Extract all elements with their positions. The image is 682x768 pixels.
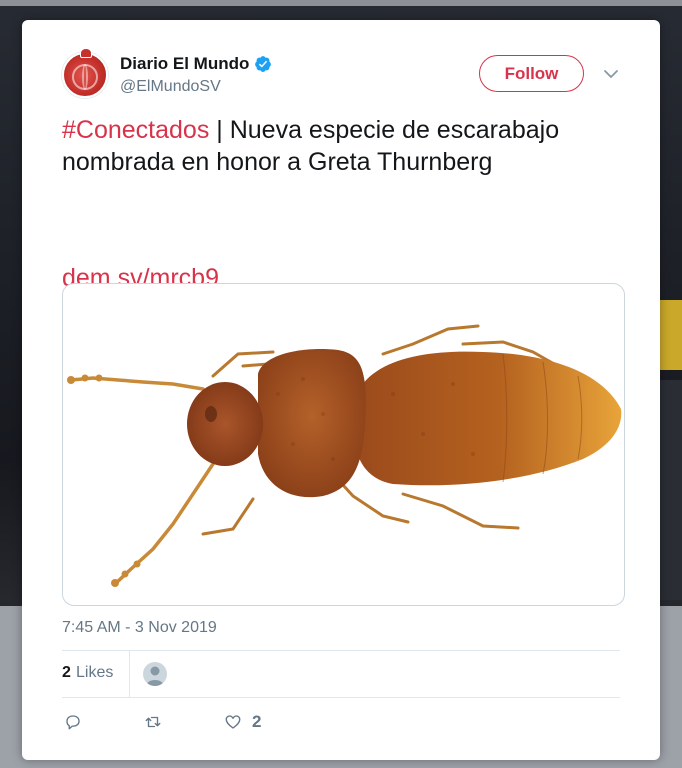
like-button[interactable]: 2 bbox=[224, 710, 261, 734]
likes-row: 2 Likes bbox=[62, 651, 620, 697]
background-band bbox=[660, 380, 682, 600]
default-user-icon bbox=[146, 666, 164, 686]
tweet-text: #Conectados | Nueva especie de escarabaj… bbox=[62, 114, 622, 178]
tweet-actions: 2 bbox=[62, 710, 620, 734]
account-name[interactable]: Diario El Mundo bbox=[120, 53, 272, 75]
likes-label[interactable]: Likes bbox=[76, 663, 113, 683]
like-count[interactable]: 2 bbox=[252, 712, 261, 732]
background-top-strip bbox=[0, 0, 682, 6]
divider bbox=[62, 697, 620, 698]
heart-icon bbox=[225, 715, 241, 729]
chevron-down-icon[interactable] bbox=[602, 67, 620, 81]
globe-meridian bbox=[82, 64, 88, 90]
beetle-image bbox=[67, 324, 622, 587]
account-name-text[interactable]: Diario El Mundo bbox=[120, 53, 249, 75]
avatar-bow bbox=[80, 48, 92, 58]
tweet-timestamp[interactable]: 7:45 AM - 3 Nov 2019 bbox=[62, 618, 217, 638]
follow-button[interactable]: Follow bbox=[479, 55, 584, 92]
hashtag-link[interactable]: #Conectados bbox=[62, 116, 209, 144]
tweet-card: Diario El Mundo @ElMundoSV Follow #Conec… bbox=[22, 20, 660, 760]
verified-badge-icon bbox=[255, 56, 272, 72]
retweet-button[interactable] bbox=[144, 710, 162, 734]
account-handle[interactable]: @ElMundoSV bbox=[120, 77, 221, 97]
account-avatar[interactable] bbox=[62, 48, 108, 98]
likes-count[interactable]: 2 bbox=[62, 663, 71, 683]
tweet-media-image[interactable] bbox=[62, 283, 625, 606]
reply-button[interactable] bbox=[64, 710, 82, 734]
background-accent bbox=[660, 300, 682, 370]
liker-avatar[interactable] bbox=[143, 662, 167, 686]
reply-icon bbox=[66, 715, 80, 730]
retweet-icon bbox=[145, 716, 161, 728]
likes-separator bbox=[129, 651, 130, 697]
